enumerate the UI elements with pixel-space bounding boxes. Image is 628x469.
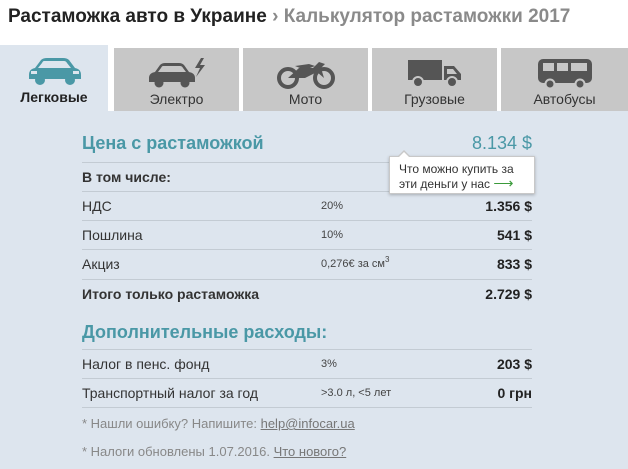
whats-new-link[interactable]: Что нового? xyxy=(274,444,347,459)
row-label: Акциз xyxy=(82,256,120,272)
rate-superscript: 3 xyxy=(384,255,390,264)
breadcrumb-separator: › xyxy=(272,6,279,27)
total-row: Итого только растаможка 2.729 $ xyxy=(82,279,532,310)
breakdown-heading: В том числе: xyxy=(82,169,171,185)
tab-buses[interactable]: Автобусы xyxy=(501,48,628,111)
row-rate: >3.0 л, <5 лет xyxy=(321,387,392,399)
table-row: Пошлина 10% 541 $ xyxy=(82,220,532,249)
row-value: 0 грн xyxy=(497,385,532,401)
row-value: 1.356 $ xyxy=(485,198,532,214)
total-label: Итого только растаможка xyxy=(82,286,260,302)
tooltip-line-2-text: эти деньги у нас xyxy=(399,177,490,191)
error-note: * Нашли ошибку? Напишите: help@infocar.u… xyxy=(82,416,355,431)
row-label: Пошлина xyxy=(82,227,143,243)
row-label: Транспортный налог за год xyxy=(82,385,258,401)
price-value[interactable]: 8.134 $ xyxy=(472,133,532,154)
tab-electro[interactable]: Электро xyxy=(114,48,239,111)
rate-text: 0,276€ за см xyxy=(321,258,385,270)
price-tooltip[interactable]: Что можно купить за эти деньги у нас ⟶ xyxy=(389,150,535,194)
support-email-link[interactable]: help@infocar.ua xyxy=(261,416,355,431)
extra-heading: Дополнительные расходы: xyxy=(82,322,328,342)
price-label: Цена с растаможкой xyxy=(82,133,264,153)
electric-car-icon xyxy=(145,56,209,95)
tab-label: Электро xyxy=(149,91,204,107)
tab-label: Мото xyxy=(288,91,323,107)
page-title: Растаможка авто в Украине › Калькулятор … xyxy=(8,6,570,32)
row-value: 541 $ xyxy=(496,227,532,243)
row-value: 203 $ xyxy=(496,356,532,372)
table-row: Акциз 0,276€ за см3 833 $ xyxy=(82,249,532,278)
error-note-text: * Нашли ошибку? Напишите: xyxy=(82,416,261,431)
arrow-right-icon: ⟶ xyxy=(493,175,514,191)
vehicle-tabs: Легковые Электро Мото Грузовые Автобусы xyxy=(0,45,628,111)
update-note: * Налоги обновлены 1.07.2016. Что нового… xyxy=(82,444,346,459)
main-title: Растаможка авто в Украине xyxy=(8,6,267,27)
table-row: Транспортный налог за год >3.0 л, <5 лет… xyxy=(82,378,532,408)
motorcycle-icon xyxy=(275,56,337,95)
table-row: Налог в пенс. фонд 3% 203 $ xyxy=(82,349,532,378)
extra-heading-row: Дополнительные расходы: xyxy=(82,322,532,348)
tab-trucks[interactable]: Грузовые xyxy=(372,48,497,111)
row-rate: 10% xyxy=(321,229,344,241)
row-rate: 3% xyxy=(321,358,337,370)
row-label: Налог в пенс. фонд xyxy=(82,356,210,372)
tooltip-line-1: Что можно купить за xyxy=(399,162,514,176)
car-icon xyxy=(23,53,85,92)
tab-label: Грузовые xyxy=(404,91,465,107)
tab-moto[interactable]: Мото xyxy=(243,48,368,111)
sub-title: Калькулятор растаможки 2017 xyxy=(283,6,571,27)
update-note-text: * Налоги обновлены 1.07.2016. xyxy=(82,444,274,459)
tab-label: Автобусы xyxy=(533,91,596,107)
row-rate: 0,276€ за см3 xyxy=(321,255,390,270)
table-row: НДС 20% 1.356 $ xyxy=(82,191,532,220)
row-rate: 20% xyxy=(321,200,344,212)
total-value: 2.729 $ xyxy=(485,286,532,302)
tooltip-line-2: эти деньги у нас ⟶ xyxy=(399,176,528,191)
row-label: НДС xyxy=(82,198,112,214)
row-value: 833 $ xyxy=(496,256,532,272)
bus-icon xyxy=(535,56,595,95)
truck-icon xyxy=(406,56,464,95)
tab-label: Легковые xyxy=(20,89,88,105)
tab-cars[interactable]: Легковые xyxy=(0,45,108,111)
